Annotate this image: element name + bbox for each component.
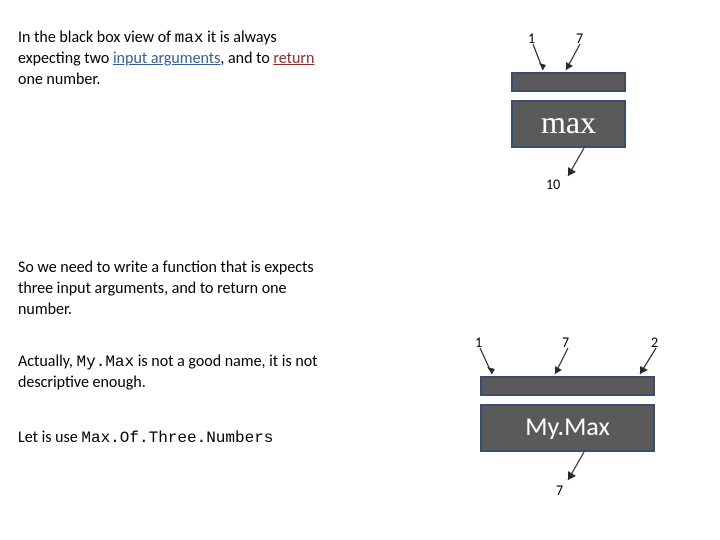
p1-link-input-args: input arguments [113,49,220,68]
box2-output: 7 [556,482,563,499]
box1-output: 10 [546,176,560,193]
p3-pre: Actually, [18,352,77,371]
box-max-top [511,72,626,92]
box-max: max [511,100,626,148]
paragraph-4: Let is use Max.Of.Three.Numbers [18,428,348,449]
p1-code: max [175,29,204,47]
p4-pre: Let is use [18,428,81,447]
p1-pre: In the black box view of [18,28,175,47]
arrow-down-icon [562,148,592,186]
paragraph-2: So we need to write a function that is e… [18,258,328,320]
paragraph-1: In the black box view of max it is alway… [18,28,338,90]
paragraph-3: Actually, My.Max is not a good name, it … [18,352,348,394]
p1-post: one number. [18,70,100,89]
box-mymax: My.Max [480,404,655,452]
p4-code: Max.Of.Three.Numbers [81,429,273,447]
p1-mid2: , and to [220,49,273,68]
arrow-down-icon [562,452,592,490]
p3-code: My.Max [77,353,135,371]
p1-link-return: return [273,49,314,68]
box-mymax-top [480,376,655,396]
